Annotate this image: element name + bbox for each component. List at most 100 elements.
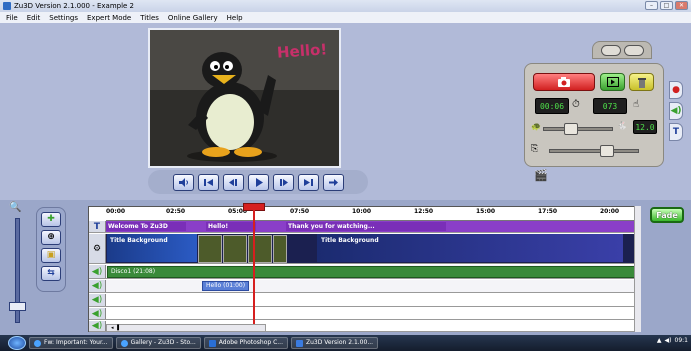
taskbar-item-label: Adobe Photoshop C... xyxy=(218,339,283,346)
timeline-panel: 🔍 ✚ ⊕ ▣ ⇆ 00:00 02:50 05:00 07:50 10:00 … xyxy=(0,200,691,335)
windows-taskbar: Fw: Important: Your... Gallery - Zu3D - … xyxy=(0,335,691,351)
zoom-slider-knob[interactable] xyxy=(9,302,26,311)
next-arrow-button[interactable] xyxy=(322,173,344,191)
menu-edit[interactable]: Edit xyxy=(27,14,41,22)
title-clip[interactable]: Thank you for watching... xyxy=(286,222,446,231)
timeline-horizontal-scrollbar[interactable]: ◂ ▐ xyxy=(106,324,266,332)
ruler-tick: 10:00 xyxy=(352,208,372,215)
window-title: Zu3D Version 2.1.000 - Example 2 xyxy=(14,2,135,10)
background-clip[interactable]: Title Background xyxy=(317,234,623,262)
play-button[interactable] xyxy=(247,173,269,191)
menu-expert-mode[interactable]: Expert Mode xyxy=(87,14,131,22)
onion-skin-knob[interactable] xyxy=(600,145,614,157)
volume-tray-icon[interactable]: ◀) xyxy=(665,337,672,344)
title-clip[interactable]: Hello! xyxy=(206,222,256,231)
panel-side-tabs: ● ◀) T xyxy=(669,81,685,141)
link-toggle-1[interactable] xyxy=(600,45,621,56)
camera-icon xyxy=(558,77,570,87)
delete-frame-button[interactable] xyxy=(629,73,654,91)
capture-frame-button[interactable] xyxy=(533,73,595,91)
close-button[interactable]: ✕ xyxy=(675,1,688,10)
timeline-vertical-scrollbar[interactable] xyxy=(634,206,641,332)
speed-display: 12.0 xyxy=(633,120,657,134)
taskbar-item-label: Fw: Important: Your... xyxy=(44,339,108,346)
ruler-tick: 00:00 xyxy=(106,208,126,215)
step-forward-icon xyxy=(279,178,288,186)
speaker-icon[interactable]: ◀) xyxy=(89,308,106,319)
go-to-start-button[interactable] xyxy=(197,173,219,191)
clock[interactable]: 09:1 xyxy=(675,337,688,344)
ruler-tick: 07:50 xyxy=(290,208,310,215)
speaker-icon xyxy=(178,177,188,187)
magnifier-icon[interactable]: 🔍 xyxy=(9,202,21,213)
ruler-tick: 17:50 xyxy=(538,208,558,215)
hand-icon[interactable]: ☝ xyxy=(633,99,639,110)
background-clip[interactable]: Title Background xyxy=(107,234,197,262)
remove-button[interactable]: ▣ xyxy=(41,248,61,263)
title-clip[interactable]: Welcome To Zu3D xyxy=(106,222,186,231)
audio-track: ◀) xyxy=(89,308,637,320)
menu-bar: File Edit Settings Expert Mode Titles On… xyxy=(0,12,691,23)
start-button[interactable] xyxy=(8,336,26,350)
preview-play-button[interactable] xyxy=(600,73,625,91)
arrow-right-icon xyxy=(328,178,338,186)
audio-label[interactable]: Hello (01:00) xyxy=(202,281,250,291)
background-track: ⚙ Title Background Title Background xyxy=(89,234,637,264)
link-button[interactable]: ⇆ xyxy=(41,266,61,281)
maximize-button[interactable]: □ xyxy=(660,1,673,10)
play-frame-icon xyxy=(606,77,619,87)
clapperboard-icon[interactable]: 🎬 xyxy=(534,169,548,182)
speaker-icon[interactable]: ◀) xyxy=(89,265,106,278)
step-back-icon xyxy=(228,178,237,186)
hare-icon: 🐇 xyxy=(617,121,627,130)
speaker-icon[interactable]: ◀) xyxy=(89,294,106,306)
menu-titles[interactable]: Titles xyxy=(140,14,159,22)
audio-track: ◀) xyxy=(89,294,637,307)
zoom-rail: 🔍 xyxy=(3,202,35,332)
stopwatch-icon[interactable]: ⏱ xyxy=(572,99,580,110)
link-toggle-2[interactable] xyxy=(623,45,644,56)
menu-online-gallery[interactable]: Online Gallery xyxy=(168,14,218,22)
timeline-tracks: 00:00 02:50 05:00 07:50 10:00 12:50 15:0… xyxy=(88,206,637,332)
audio-track: ◀) Hello (01:00) xyxy=(89,280,637,293)
frame-thumbnail[interactable] xyxy=(223,235,247,263)
go-to-end-button[interactable] xyxy=(297,173,319,191)
system-tray: ▲ ◀) 09:1 xyxy=(657,337,688,344)
onion-skin-slider[interactable] xyxy=(549,145,639,157)
window-title-bar: Zu3D Version 2.1.000 - Example 2 – □ ✕ xyxy=(0,0,691,12)
taskbar-item[interactable]: Gallery - Zu3D - Sto... xyxy=(115,337,201,349)
fade-button[interactable]: Fade xyxy=(650,207,684,223)
taskbar-item-label: Gallery - Zu3D - Sto... xyxy=(130,339,196,346)
frame-thumbnail[interactable] xyxy=(273,235,287,263)
menu-help[interactable]: Help xyxy=(227,14,243,22)
speaker-icon[interactable]: ◀) xyxy=(89,280,106,292)
tab-sound[interactable]: ◀) xyxy=(669,102,683,120)
tab-titles[interactable]: T xyxy=(669,123,683,141)
tab-camera[interactable]: ● xyxy=(669,81,683,99)
window-controls: – □ ✕ xyxy=(645,1,688,10)
taskbar-item[interactable]: Adobe Photoshop C... xyxy=(203,337,288,349)
network-icon[interactable]: ▲ xyxy=(657,337,662,344)
speaker-icon[interactable]: ◀) xyxy=(89,321,106,331)
audio-clip[interactable]: Disco1 (21:08) xyxy=(107,266,635,278)
menu-file[interactable]: File xyxy=(6,14,18,22)
title-track-icon: T xyxy=(89,221,106,232)
timeline-tools: ✚ ⊕ ▣ ⇆ xyxy=(36,207,66,292)
menu-settings[interactable]: Settings xyxy=(49,14,78,22)
insert-button[interactable]: ⊕ xyxy=(41,230,61,245)
add-frame-button[interactable]: ✚ xyxy=(41,212,61,227)
step-forward-button[interactable] xyxy=(272,173,294,191)
frame-thumbnail[interactable] xyxy=(248,235,272,263)
taskbar-item[interactable]: Zu3D Version 2.1.00... xyxy=(291,337,379,349)
minimize-button[interactable]: – xyxy=(645,1,658,10)
ruler-tick: 15:00 xyxy=(476,208,496,215)
audio-track: ◀) Disco1 (21:08) xyxy=(89,265,637,279)
turtle-icon: 🐢 xyxy=(531,122,541,131)
step-back-button[interactable] xyxy=(222,173,244,191)
playhead[interactable] xyxy=(253,206,255,328)
frame-thumbnail[interactable] xyxy=(198,235,222,263)
speed-slider-knob[interactable] xyxy=(564,123,578,135)
speed-slider[interactable] xyxy=(543,123,613,135)
taskbar-item[interactable]: Fw: Important: Your... xyxy=(29,337,113,349)
volume-button[interactable] xyxy=(172,173,194,191)
